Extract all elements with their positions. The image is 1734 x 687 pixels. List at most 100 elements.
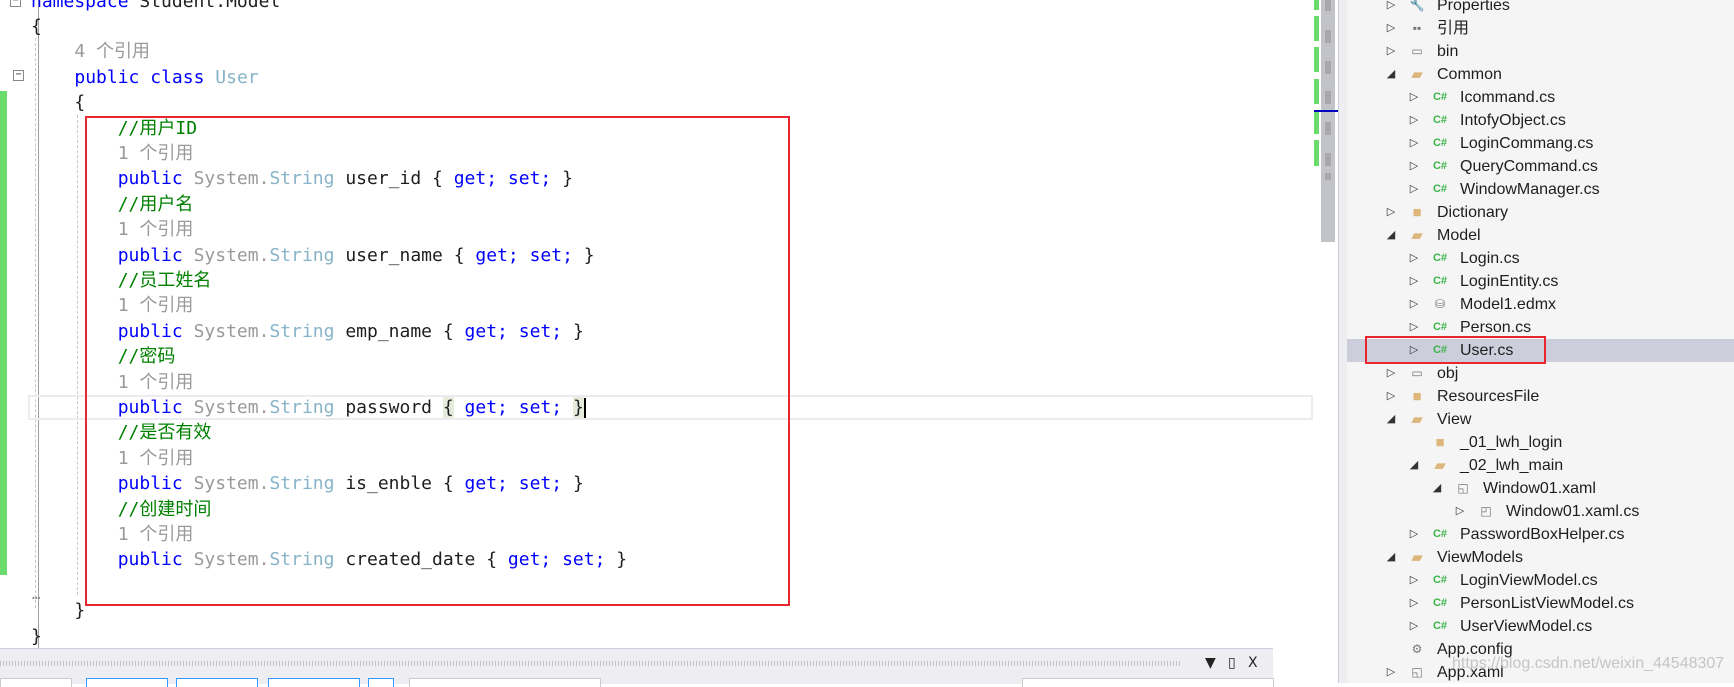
expand-arrow-icon[interactable]: ▷: [1408, 155, 1420, 178]
tree-item-label: PasswordBoxHelper.cs: [1460, 526, 1625, 543]
expand-arrow-icon[interactable]: ▷: [1385, 17, 1397, 40]
vertical-scrollbar[interactable]: [1314, 0, 1338, 683]
tree-item[interactable]: ▷ C# QueryCommand.cs: [1347, 155, 1734, 178]
tree-item[interactable]: ◢ ▰ Common: [1347, 63, 1734, 86]
tree-item[interactable]: ▷ ▪▪ 引用: [1347, 17, 1734, 40]
tree-item-label: Common: [1437, 66, 1502, 83]
expand-arrow-icon[interactable]: ▷: [1408, 247, 1420, 270]
tree-item[interactable]: ◢ ▰ ViewModels: [1347, 546, 1734, 569]
folder-open-icon: ▰: [1411, 227, 1423, 244]
change-marker: [1314, 140, 1319, 166]
expand-arrow-icon[interactable]: ▷: [1385, 661, 1397, 683]
code-line[interactable]: {: [31, 90, 85, 115]
folder-icon: ■: [1412, 204, 1422, 221]
collapse-arrow-icon[interactable]: ◢: [1408, 454, 1420, 477]
hidden-folder-icon: ▭: [1411, 366, 1423, 380]
tree-item-label: Icommand.cs: [1460, 89, 1556, 106]
collapse-arrow-icon[interactable]: ◢: [1385, 546, 1397, 569]
expand-arrow-icon[interactable]: ▷: [1385, 362, 1397, 385]
code-line[interactable]: }: [31, 598, 85, 623]
panel-splitter[interactable]: [1338, 0, 1347, 683]
tree-item[interactable]: ▷ C# Icommand.cs: [1347, 86, 1734, 109]
tree-item[interactable]: ▷ ■ ResourcesFile: [1347, 385, 1734, 408]
change-marker: [1314, 112, 1319, 134]
code-token: }: [74, 600, 86, 622]
tree-item[interactable]: ▷ ▭ bin: [1347, 40, 1734, 63]
expand-arrow-icon[interactable]: ▷: [1385, 40, 1397, 63]
expand-arrow-icon[interactable]: ▷: [1408, 270, 1420, 293]
expand-arrow-icon[interactable]: ▷: [1408, 109, 1420, 132]
change-indicator-bar: [0, 91, 7, 575]
tree-item-label: PersonListViewModel.cs: [1460, 595, 1635, 612]
tree-item[interactable]: ▷ ■ Dictionary: [1347, 201, 1734, 224]
tree-item[interactable]: ▷ C# WindowManager.cs: [1347, 178, 1734, 201]
tree-item-label: IntofyObject.cs: [1460, 112, 1566, 129]
fold-toggle-namespace[interactable]: −: [10, 0, 21, 7]
tree-item[interactable]: ▷ ◰ Window01.xaml.cs: [1347, 500, 1734, 523]
tree-item-label: View: [1437, 411, 1472, 428]
tree-item[interactable]: ▷ C# LoginCommang.cs: [1347, 132, 1734, 155]
tree-item-label: _02_lwh_main: [1460, 457, 1564, 474]
expand-arrow-icon[interactable]: ▷: [1408, 293, 1420, 316]
code-line[interactable]: 4 个引用: [31, 39, 150, 64]
folder-open-icon: ▰: [1411, 549, 1423, 566]
tree-item-label: Model1.edmx: [1460, 296, 1557, 313]
expand-arrow-icon[interactable]: ▷: [1408, 86, 1420, 109]
expand-arrow-icon[interactable]: ▷: [1408, 569, 1420, 592]
csharp-file-icon: C#: [1432, 252, 1448, 264]
collapse-arrow-icon[interactable]: ◢: [1385, 63, 1397, 86]
mark: [1325, 173, 1331, 180]
tree-item[interactable]: ▷ C# PersonListViewModel.cs: [1347, 592, 1734, 615]
expand-arrow-icon[interactable]: ▷: [1454, 500, 1466, 523]
tree-item[interactable]: ▷ 🔧 Properties: [1347, 0, 1734, 17]
tree-item[interactable]: ▷ ⛁ Model1.edmx: [1347, 293, 1734, 316]
code-token: {: [74, 92, 86, 114]
tree-item-label: UserViewModel.cs: [1460, 618, 1593, 635]
tree-item[interactable]: ▷ C# UserViewModel.cs: [1347, 615, 1734, 638]
collapse-arrow-icon[interactable]: ◢: [1385, 224, 1397, 247]
expand-arrow-icon[interactable]: ▷: [1408, 592, 1420, 615]
tree-item[interactable]: ▷ C# LoginViewModel.cs: [1347, 569, 1734, 592]
code-line[interactable]: }: [31, 624, 42, 649]
tree-item[interactable]: ▷ C# Login.cs: [1347, 247, 1734, 270]
csharp-file-icon: C#: [1432, 597, 1448, 609]
expand-arrow-icon[interactable]: ▷: [1385, 385, 1397, 408]
expand-arrow-icon[interactable]: ▷: [1408, 615, 1420, 638]
tree-item[interactable]: ◢ ◱ Window01.xaml: [1347, 477, 1734, 500]
mark: [1325, 30, 1331, 43]
collapse-arrow-icon[interactable]: ◢: [1385, 408, 1397, 431]
tree-item[interactable]: ■ _01_lwh_login: [1347, 431, 1734, 454]
panel-close-button[interactable]: X: [1248, 655, 1258, 671]
tree-item[interactable]: ▷ ▭ obj: [1347, 362, 1734, 385]
tree-item-label: ResourcesFile: [1437, 388, 1540, 405]
expand-arrow-icon[interactable]: ▷: [1408, 132, 1420, 155]
collapse-arrow-icon[interactable]: ◢: [1431, 477, 1443, 500]
expand-arrow-icon[interactable]: ▷: [1385, 0, 1397, 17]
tree-item-label: LoginEntity.cs: [1460, 273, 1559, 290]
tree-item[interactable]: ◢ ▰ _02_lwh_main: [1347, 454, 1734, 477]
tree-item[interactable]: ▷ C# IntofyObject.cs: [1347, 109, 1734, 132]
expand-arrow-icon[interactable]: ▷: [1408, 178, 1420, 201]
csharp-file-icon: C#: [1432, 160, 1448, 172]
code-editor[interactable]: − − … namespace Student.Model{ 4 个引用 pub…: [0, 0, 1314, 648]
tree-item-label: Login.cs: [1460, 250, 1520, 267]
panel-dropdown-button[interactable]: ▼: [1205, 655, 1216, 671]
tree-item-label: 引用: [1437, 20, 1470, 37]
config-file-icon: ⚙: [1411, 642, 1423, 656]
code-line[interactable]: namespace Student.Model: [31, 0, 280, 14]
code-line[interactable]: public class User: [31, 65, 258, 90]
tree-item[interactable]: ◢ ▰ View: [1347, 408, 1734, 431]
tree-item[interactable]: ▷ C# PasswordBoxHelper.cs: [1347, 523, 1734, 546]
panel-grip[interactable]: [0, 661, 1180, 666]
tree-item[interactable]: ◢ ▰ Model: [1347, 224, 1734, 247]
expand-arrow-icon[interactable]: ▷: [1408, 523, 1420, 546]
tree-item-label: ViewModels: [1437, 549, 1523, 566]
panel-maximize-button[interactable]: ▯: [1228, 655, 1236, 671]
code-line[interactable]: {: [31, 14, 42, 39]
code-token: {: [31, 15, 42, 37]
expand-arrow-icon[interactable]: ▷: [1385, 201, 1397, 224]
fold-toggle-class[interactable]: −: [13, 70, 24, 81]
tree-item[interactable]: ▷ C# LoginEntity.cs: [1347, 270, 1734, 293]
folder-open-icon: ▰: [1411, 66, 1423, 83]
